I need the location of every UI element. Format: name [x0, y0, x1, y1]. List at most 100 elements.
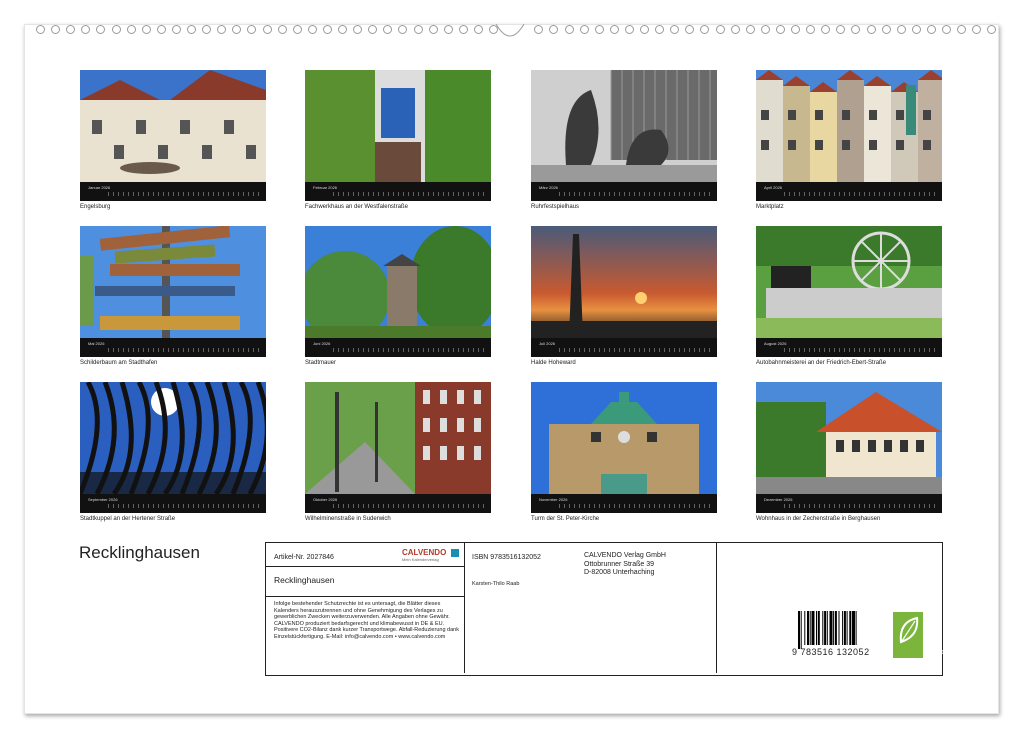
eco-label: eco [923, 649, 953, 656]
month-label: Mai 2026 [88, 341, 104, 346]
month-label: Dezember 2026 [764, 497, 792, 502]
binding-ring [459, 25, 468, 34]
photo-caption: Wohnhaus in der Zechenstraße in Berghaus… [756, 516, 942, 522]
binding-ring [172, 25, 181, 34]
month-label: März 2026 [539, 185, 558, 190]
day-grid [333, 504, 487, 508]
binding-ring [836, 25, 845, 34]
binding-ring [867, 25, 876, 34]
calvendo-tagline: Mein Kalenderverlag [402, 557, 459, 564]
binding-ring [565, 25, 574, 34]
binding-ring [897, 25, 906, 34]
binding-ring [127, 25, 136, 34]
binding-ring [670, 25, 679, 34]
binding-ring [716, 25, 725, 34]
barcode-digits: 9 783516 132052 [792, 647, 870, 657]
eco-badge: eco [893, 612, 923, 658]
day-grid [108, 504, 262, 508]
month-label: Januar 2026 [88, 185, 110, 190]
binding-ring [700, 25, 709, 34]
month-page: Dezember 2026 Wohnhaus in der Zechenstraß… [756, 382, 942, 522]
binding-ring [36, 25, 45, 34]
month-calendar-strip: September 2026 [80, 494, 266, 513]
binding-ring [96, 25, 105, 34]
binding-ring [851, 25, 860, 34]
binding-ring [746, 25, 755, 34]
month-page: April 2026Marktplatz [756, 70, 942, 210]
month-label: Juli 2026 [539, 341, 555, 346]
month-label: November 2026 [539, 497, 567, 502]
month-page: Oktober 2026 Wilhelminenstraße in Suderwi… [305, 382, 491, 522]
barcode [798, 611, 876, 649]
month-photo [80, 226, 266, 338]
month-calendar-strip: Januar 2026 [80, 182, 266, 201]
binding-ring [187, 25, 196, 34]
binding-ring [821, 25, 830, 34]
month-page: November 2026 Turm der St. Peter-Kirche [531, 382, 717, 522]
day-grid [559, 192, 713, 196]
month-calendar-strip: August 2026 [756, 338, 942, 357]
month-page: August 2026 Autobahnmeisterei an der Frie… [756, 226, 942, 366]
publisher-city: D-82008 Unterhaching [584, 569, 666, 578]
month-calendar-strip: Juli 2026 [531, 338, 717, 357]
binding-ring [580, 25, 589, 34]
binding-ring [263, 25, 272, 34]
photo-caption: Ruhrfestspielhaus [531, 204, 717, 210]
calvendo-logo-mark [451, 549, 459, 557]
month-calendar-strip: Mai 2026 [80, 338, 266, 357]
day-grid [333, 192, 487, 196]
day-grid [559, 504, 713, 508]
binding-ring [217, 25, 226, 34]
binding-ring [549, 25, 558, 34]
photo-caption: Stadtkuppel an der Hertener Straße [80, 516, 266, 522]
month-photo [756, 226, 942, 338]
article-number: Artikel-Nr. 2027846 [274, 553, 334, 562]
binding-ring [761, 25, 770, 34]
day-grid [333, 348, 487, 352]
photo-caption: Turm der St. Peter-Kirche [531, 516, 717, 522]
binding-ring [595, 25, 604, 34]
author-name: Karsten-Thilo Raab [472, 581, 519, 588]
hanger-hook [494, 14, 526, 38]
month-calendar-strip: Oktober 2026 [305, 494, 491, 513]
binding-ring [157, 25, 166, 34]
month-calendar-strip: November 2026 [531, 494, 717, 513]
day-grid [784, 348, 938, 352]
photo-caption: Wilhelminenstraße in Suderwich [305, 516, 491, 522]
isbn-label: ISBN 9783516132052 [472, 553, 541, 562]
binding-ring [112, 25, 121, 34]
photo-caption: Autobahnmeisterei an der Friedrich-Ebert… [756, 360, 942, 366]
photo-caption: Stadtmauer [305, 360, 491, 366]
month-photo [305, 382, 491, 494]
binding-ring [972, 25, 981, 34]
month-page: März 2026 Ruhrfestspielhaus [531, 70, 717, 210]
binding-ring [791, 25, 800, 34]
calendar-title: Recklinghausen [79, 543, 200, 563]
calvendo-logo-text: CALVENDO [402, 548, 446, 557]
month-label: April 2026 [764, 185, 782, 190]
binding-ring [368, 25, 377, 34]
month-photo [305, 226, 491, 338]
month-calendar-strip: April 2026 [756, 182, 942, 201]
calvendo-logo: CALVENDO Mein Kalenderverlag [402, 548, 459, 564]
month-calendar-strip: Februar 2026 [305, 182, 491, 201]
day-grid [108, 348, 262, 352]
binding-ring [429, 25, 438, 34]
binding-ring [610, 25, 619, 34]
month-photo [80, 70, 266, 182]
binding-ring [942, 25, 951, 34]
publisher-address: CALVENDO Verlag GmbH Ottobrunner Straße … [584, 552, 666, 578]
binding-ring [731, 25, 740, 34]
binding-ring [308, 25, 317, 34]
legal-text: Infolge bestehender Schutzrechte ist es … [274, 601, 460, 640]
binding-ring [51, 25, 60, 34]
binding-ring [444, 25, 453, 34]
month-page: Mai 2026Schilderbaum am Stadthafen [80, 226, 266, 366]
binding-ring [640, 25, 649, 34]
month-page: September 2026 Stadtkuppel an der Hertene… [80, 382, 266, 522]
photo-caption: Fachwerkhaus an der Westfalenstraße [305, 204, 491, 210]
binding-ring [383, 25, 392, 34]
binding-ring [912, 25, 921, 34]
binding-ring [142, 25, 151, 34]
photo-caption: Engelsburg [80, 204, 266, 210]
